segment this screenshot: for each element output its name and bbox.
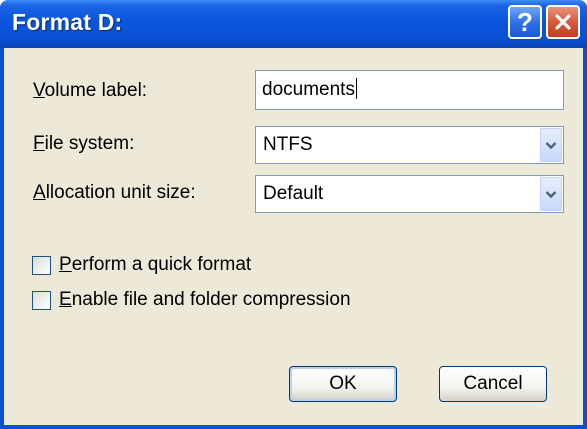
ok-button[interactable]: OK [289,366,397,402]
chevron-down-icon [545,141,557,149]
help-button[interactable]: ? [508,5,542,39]
volume-label-input[interactable]: documents [255,70,564,110]
compression-checkbox[interactable] [32,291,51,310]
file-system-dropdown-button[interactable] [540,128,562,162]
allocation-size-dropdown-button[interactable] [540,177,562,211]
allocation-size-caption: Allocation unit size: [33,182,196,204]
allocation-size-value: Default [263,183,324,204]
compression-text: nable file and folder compression [71,289,351,310]
compression-label[interactable]: Enable file and folder compression [59,289,351,311]
volume-label-accel: V [33,80,45,101]
text-caret [355,78,357,99]
allocation-size-text: llocation unit size: [45,182,196,203]
file-system-caption: File system: [33,133,134,155]
close-button[interactable] [546,5,580,39]
volume-label-value: documents [262,79,355,100]
help-icon: ? [517,6,533,37]
title-bar[interactable]: Format D: ? [0,0,587,48]
format-dialog: Format D: ? Volume label: documents File… [0,0,587,429]
cancel-button[interactable]: Cancel [439,366,547,402]
file-system-accel: F [33,133,45,154]
volume-label-caption: Volume label: [33,80,147,102]
compression-accel: E [59,289,72,310]
file-system-text: ile system: [44,133,135,154]
file-system-value: NTFS [263,134,313,155]
allocation-size-accel: A [33,182,46,203]
file-system-select[interactable]: NTFS [255,126,564,164]
quick-format-accel: P [59,254,72,275]
dialog-body: Volume label: documents File system: NTF… [4,48,583,425]
chevron-down-icon [545,190,557,198]
window-title: Format D: [12,9,123,35]
close-icon [555,14,571,30]
quick-format-label[interactable]: Perform a quick format [59,254,251,276]
allocation-size-select[interactable]: Default [255,175,564,213]
quick-format-checkbox[interactable] [32,256,51,275]
quick-format-text: erform a quick format [71,254,252,275]
volume-label-text: olume label: [44,80,148,101]
